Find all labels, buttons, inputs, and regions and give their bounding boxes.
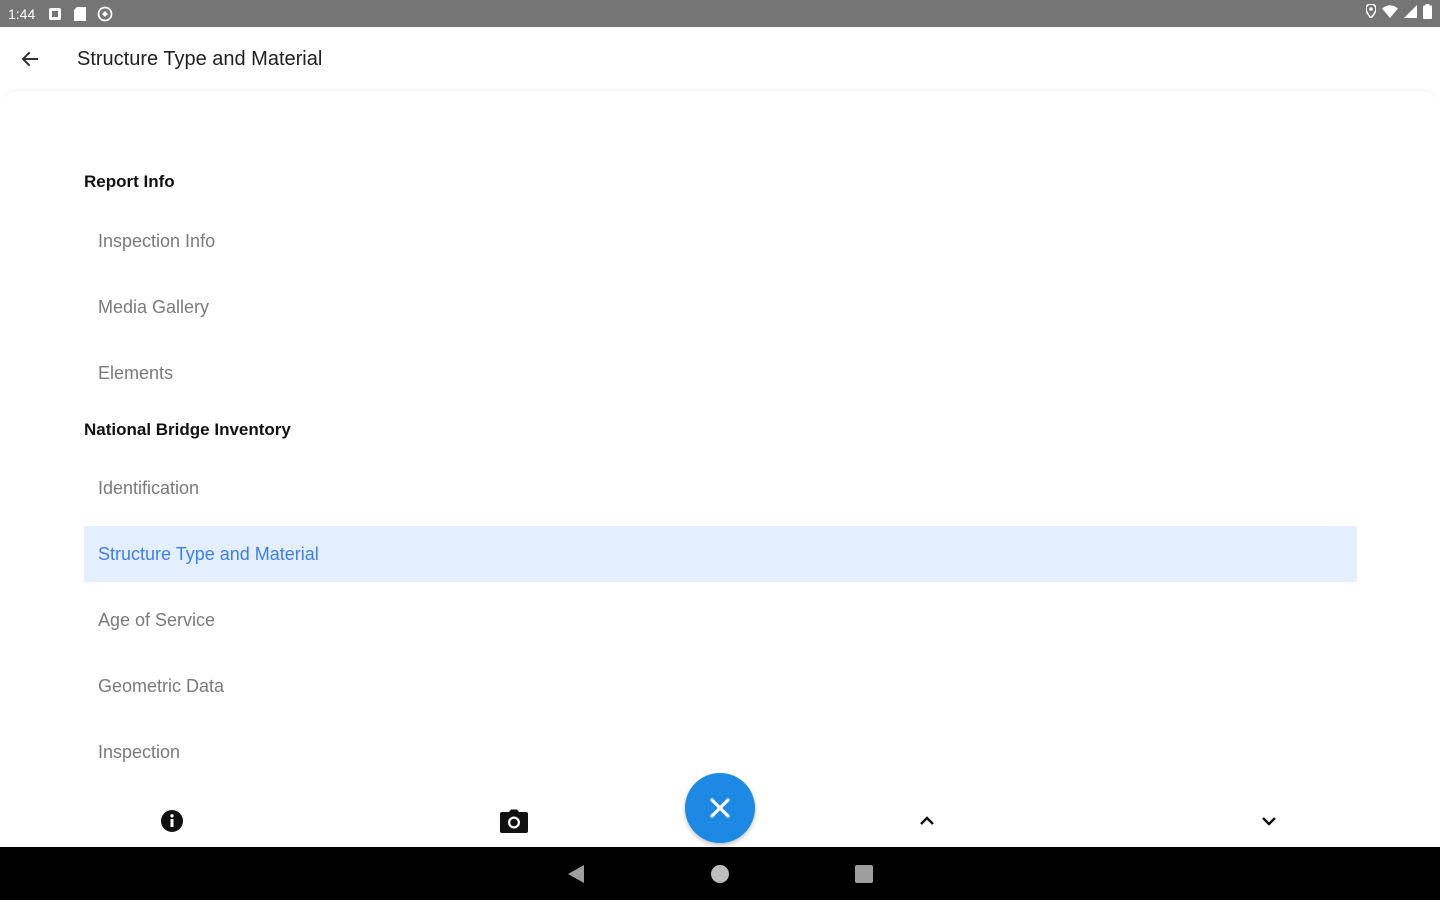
app-bar: Structure Type and Material: [0, 27, 1440, 91]
camera-button[interactable]: [496, 803, 532, 839]
nav-item-geometric-data[interactable]: Geometric Data: [84, 658, 1357, 714]
close-fab-button[interactable]: [685, 773, 755, 843]
nav-item-elements[interactable]: Elements: [84, 345, 1357, 401]
back-button[interactable]: [0, 27, 60, 91]
nav-item-inspection-info[interactable]: Inspection Info: [84, 213, 1357, 269]
nav-item-identification[interactable]: Identification: [84, 460, 1357, 516]
chevron-up-icon: [920, 816, 934, 825]
wifi-icon: [1382, 4, 1398, 23]
page-title: Structure Type and Material: [77, 47, 323, 70]
system-recents-button[interactable]: [849, 859, 879, 889]
status-bar: 1:44: [0, 0, 1440, 27]
system-home-button[interactable]: [705, 859, 735, 889]
square-recents-icon: [855, 865, 873, 883]
nav-item-age-of-service[interactable]: Age of Service: [84, 592, 1357, 648]
info-button[interactable]: [154, 803, 190, 839]
chevron-down-icon: [1262, 817, 1276, 826]
nav-item-structure-type-and-material[interactable]: Structure Type and Material: [84, 526, 1357, 582]
scroll-down-button[interactable]: [1251, 803, 1287, 839]
location-icon: [1365, 3, 1377, 23]
close-icon: [710, 798, 730, 818]
sd-card-icon: [72, 6, 88, 22]
arrow-back-icon: [21, 51, 38, 67]
info-icon: [161, 810, 183, 832]
sync-icon: [97, 6, 113, 22]
signal-icon: [1404, 4, 1417, 23]
status-time: 1:44: [8, 5, 36, 22]
system-back-button[interactable]: [561, 859, 591, 889]
nav-item-media-gallery[interactable]: Media Gallery: [84, 279, 1357, 335]
circle-home-icon: [711, 865, 729, 883]
battery-icon: [1423, 3, 1432, 24]
scroll-up-button[interactable]: [909, 803, 945, 839]
notification-icon: [47, 6, 63, 22]
section-header-report-info: Report Info: [84, 172, 175, 191]
camera-icon: [500, 809, 528, 833]
section-header-national-bridge-inventory: National Bridge Inventory: [84, 420, 291, 439]
nav-item-inspection[interactable]: Inspection: [84, 724, 1357, 780]
triangle-back-icon: [568, 865, 584, 883]
system-navigation-bar: [0, 847, 1440, 900]
